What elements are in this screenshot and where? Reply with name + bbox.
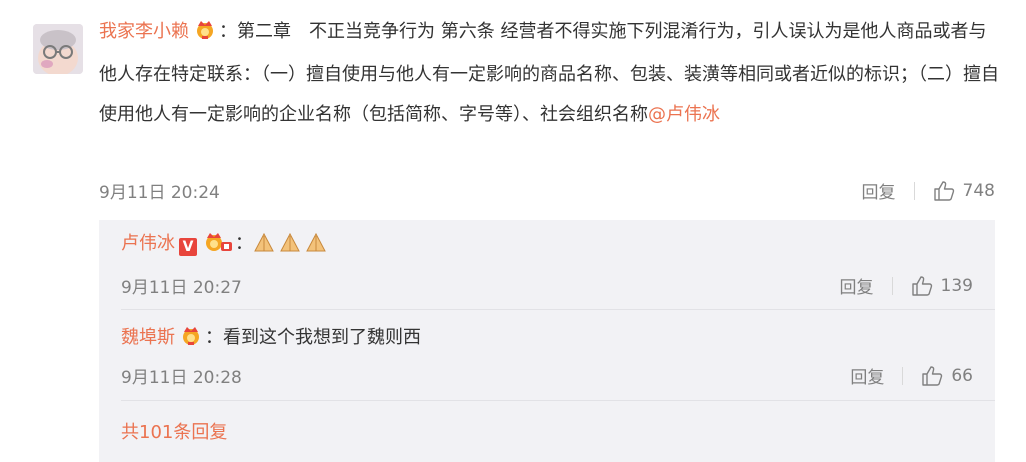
- reply-content: 卢伟冰 V ：: [121, 230, 973, 261]
- reply-time: 9月11日 20:28: [121, 368, 242, 388]
- like-button[interactable]: 139: [911, 276, 973, 296]
- reply-button[interactable]: 回复: [862, 178, 896, 203]
- reply-meta: 9月11日 20:28 回复 66: [121, 363, 973, 389]
- thumbs-up-icon: [911, 275, 932, 296]
- action-divider: [913, 181, 915, 200]
- action-divider: [891, 276, 893, 295]
- vip-crown-icon: [179, 324, 203, 354]
- action-divider: [902, 366, 904, 385]
- reply-button[interactable]: 回复: [850, 363, 884, 388]
- reply-colon: ：: [235, 233, 253, 254]
- vip-crown-icon: [193, 15, 217, 55]
- reply-colon: ：: [205, 327, 223, 348]
- reply-username[interactable]: 魏埠斯: [121, 327, 175, 348]
- avatar[interactable]: [33, 24, 83, 74]
- comment-mention[interactable]: @卢伟冰: [648, 104, 720, 125]
- verified-badge: V: [179, 238, 197, 256]
- thumbs-up-icon: [933, 180, 954, 201]
- comment-username[interactable]: 我家李小赖: [99, 21, 189, 42]
- reply-meta: 9月11日 20:27 回复 139: [121, 273, 973, 299]
- reply-username[interactable]: 卢伟冰: [121, 233, 175, 254]
- reply-actions: 回复 139: [840, 273, 973, 299]
- more-replies-link[interactable]: 共101条回复: [121, 418, 227, 444]
- comment-actions: 回复 748: [862, 178, 995, 204]
- thumbs-up-icon: [922, 365, 943, 386]
- reply-actions: 回复 66: [850, 363, 973, 389]
- like-button[interactable]: 748: [933, 181, 995, 201]
- like-count: 139: [940, 275, 973, 296]
- reply-time: 9月11日 20:27: [121, 278, 242, 298]
- reply-button[interactable]: 回复: [840, 273, 874, 298]
- vip-crown-icon: [203, 230, 233, 260]
- like-count: 66: [951, 365, 973, 386]
- comment-time: 9月11日 20:24: [99, 183, 220, 203]
- reply-item: 卢伟冰 V ：: [121, 230, 973, 261]
- like-button[interactable]: 66: [921, 366, 973, 386]
- reply-divider: [121, 400, 995, 401]
- reply-item: 魏埠斯 ：看到这个我想到了魏则西: [121, 324, 973, 354]
- comment-colon: ：: [219, 21, 237, 42]
- comment-meta: 9月11日 20:24 回复 748: [99, 176, 995, 204]
- avatar-image: [33, 24, 83, 74]
- like-count: 748: [962, 180, 995, 201]
- reply-divider: [121, 309, 995, 310]
- comment-body: 我家李小赖 ：第二章 不正当竞争行为 第六条 经营者不得实施下列混淆行为，引人误认…: [99, 12, 1004, 135]
- reply-text: 看到这个我想到了魏则西: [223, 327, 421, 348]
- replies-panel: 卢伟冰 V： 9月11日 20:27 回复 139 魏埠斯 ：看到这个我想到了魏则西…: [99, 220, 995, 462]
- reply-content: 魏埠斯 ：看到这个我想到了魏则西: [121, 324, 973, 354]
- folded-hands-emoji: [253, 231, 331, 261]
